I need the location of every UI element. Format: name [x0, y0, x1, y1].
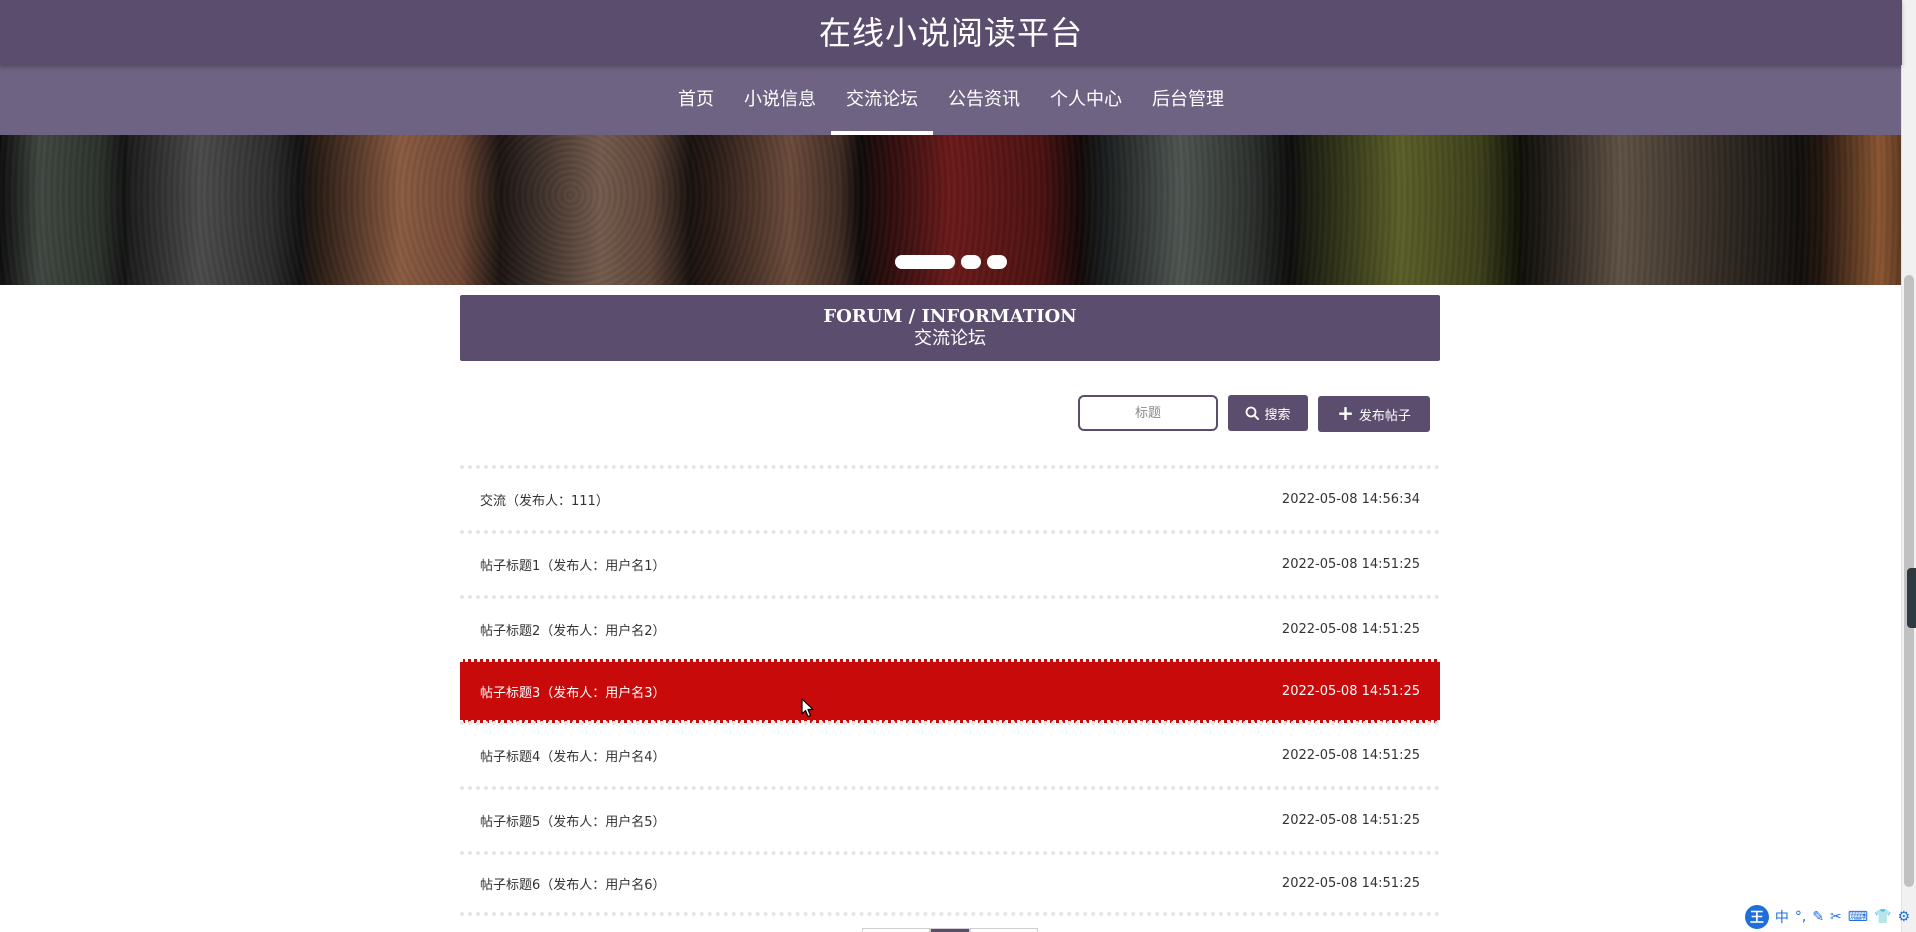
- mouse-cursor-icon: [801, 698, 814, 718]
- ime-settings-icon[interactable]: ⚙: [1897, 909, 1910, 925]
- site-header: 在线小说阅读平台: [0, 0, 1902, 65]
- post-time: 2022-05-08 14:51:25: [1281, 622, 1420, 637]
- post-title: 帖子标题3（发布人：用户名3）: [480, 685, 666, 701]
- nav-home[interactable]: 首页: [663, 67, 729, 129]
- publish-post-button[interactable]: + 发布帖子: [1318, 396, 1430, 432]
- post-title: 交流（发布人：111）: [480, 494, 609, 509]
- section-title-cn: 交流论坛: [914, 328, 986, 349]
- post-row[interactable]: 帖子标题2（发布人：用户名2） 2022-05-08 14:51:25: [460, 595, 1440, 660]
- post-row[interactable]: 交流（发布人：111） 2022-05-08 14:56:34: [460, 465, 1440, 530]
- post-time: 2022-05-08 14:51:25: [1281, 748, 1420, 763]
- search-button-label: 搜索: [1264, 407, 1291, 423]
- post-time: 2022-05-08 14:51:25: [1281, 683, 1420, 699]
- post-row[interactable]: 帖子标题5（发布人：用户名5） 2022-05-08 14:51:25: [460, 786, 1440, 851]
- carousel-dots: [0, 255, 1902, 269]
- search-bar: 搜索 + 发布帖子: [460, 394, 1440, 432]
- pagination-next-button[interactable]: [970, 928, 1038, 932]
- plus-icon: +: [1337, 401, 1354, 425]
- nav-admin[interactable]: 后台管理: [1137, 67, 1239, 129]
- carousel-dot-1[interactable]: [895, 255, 955, 269]
- ime-logo-icon[interactable]: 王: [1744, 905, 1769, 929]
- post-list: 交流（发布人：111） 2022-05-08 14:56:34 帖子标题1（发布…: [460, 465, 1440, 916]
- magnifier-icon: [1246, 406, 1260, 420]
- post-row-hovered[interactable]: 帖子标题3（发布人：用户名3） 2022-05-08 14:51:25: [460, 659, 1440, 723]
- banner-carousel: [0, 135, 1902, 285]
- post-title: 帖子标题5（发布人：用户名5）: [480, 815, 666, 830]
- carousel-dot-2[interactable]: [961, 255, 981, 269]
- page: 在线小说阅读平台 首页 小说信息 交流论坛 公告资讯 个人中心 后台管理 FOR…: [0, 0, 1916, 932]
- nav-announcements[interactable]: 公告资讯: [933, 67, 1035, 129]
- post-time: 2022-05-08 14:51:25: [1281, 876, 1420, 891]
- side-float-widget[interactable]: [1907, 568, 1916, 628]
- site-title: 在线小说阅读平台: [818, 13, 1083, 52]
- nav-novel-info[interactable]: 小说信息: [729, 67, 831, 129]
- post-time: 2022-05-08 14:51:25: [1281, 813, 1420, 828]
- ime-mode-toggle[interactable]: 中: [1775, 907, 1789, 927]
- post-row[interactable]: 帖子标题4（发布人：用户名4） 2022-05-08 14:51:25: [460, 721, 1440, 786]
- pagination: [862, 928, 1038, 932]
- ime-skin-icon[interactable]: 👕: [1874, 909, 1891, 925]
- post-title: 帖子标题2（发布人：用户名2）: [480, 624, 666, 639]
- ime-keyboard-icon[interactable]: ⌨: [1848, 909, 1868, 925]
- section-title-en: FORUM / INFORMATION: [823, 306, 1077, 327]
- post-title: 帖子标题1（发布人：用户名1）: [480, 559, 666, 574]
- post-time: 2022-05-08 14:51:25: [1281, 557, 1420, 572]
- ime-pen-icon[interactable]: ✎: [1812, 909, 1824, 925]
- ime-scissors-icon[interactable]: ✂: [1830, 909, 1842, 925]
- post-row[interactable]: 帖子标题6（发布人：用户名6） 2022-05-08 14:51:25: [460, 851, 1440, 916]
- post-row[interactable]: 帖子标题1（发布人：用户名1） 2022-05-08 14:51:25: [460, 530, 1440, 595]
- main-nav: 首页 小说信息 交流论坛 公告资讯 个人中心 后台管理: [0, 65, 1902, 135]
- page-scrollbar[interactable]: [1901, 0, 1916, 932]
- post-title: 帖子标题4（发布人：用户名4）: [480, 750, 666, 765]
- section-title: FORUM / INFORMATION 交流论坛: [460, 295, 1440, 361]
- publish-button-label: 发布帖子: [1358, 408, 1411, 424]
- post-title: 帖子标题6（发布人：用户名6）: [480, 878, 666, 893]
- ime-punctuation-icon[interactable]: °,: [1795, 909, 1806, 925]
- title-search-input[interactable]: [1078, 395, 1218, 431]
- pagination-prev-button[interactable]: [862, 928, 930, 932]
- nav-forum[interactable]: 交流论坛: [831, 67, 933, 135]
- post-time: 2022-05-08 14:56:34: [1281, 492, 1420, 507]
- search-button[interactable]: 搜索: [1228, 395, 1308, 431]
- pagination-current-page[interactable]: [930, 928, 970, 932]
- ime-toolbar: 王 中 °, ✎ ✂ ⌨ 👕 ⚙: [1744, 904, 1910, 930]
- carousel-dot-3[interactable]: [987, 255, 1007, 269]
- nav-user-center[interactable]: 个人中心: [1035, 67, 1137, 129]
